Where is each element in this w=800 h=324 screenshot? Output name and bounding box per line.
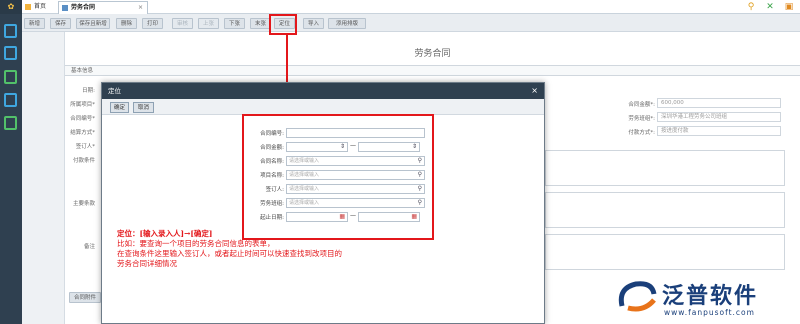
user-icon[interactable]: ▣ (784, 2, 794, 12)
section-header: 基本信息 (65, 65, 800, 76)
next-button[interactable]: 下张 (224, 18, 245, 29)
calendar-icon[interactable]: ▦ (411, 213, 417, 221)
field-label: 劳务班组*: (628, 116, 655, 122)
import-button[interactable]: 导入 (303, 18, 324, 29)
field-label: 合同金额*: (628, 102, 655, 108)
app-logo-icon: ✿ (0, 0, 22, 14)
field-label: 备注 (83, 244, 95, 250)
field-label: 起止日期: (260, 215, 284, 221)
locate-dialog: 定位 × 确定 取消 合同编号: 合同金额: ⇕ — ⇕ 合同名称: 请选择或输入… (101, 82, 545, 324)
field-label: 合同编号: (260, 131, 284, 137)
query-highlight-box: 合同编号: 合同金额: ⇕ — ⇕ 合同名称: 请选择或输入 ⚲ 项目名称: 请选… (242, 114, 434, 240)
close-icon[interactable]: × (138, 2, 143, 14)
start-date-input[interactable]: ▦ (286, 212, 348, 222)
signer-input[interactable]: 请选择或输入 ⚲ (286, 184, 425, 194)
contract-number-input[interactable] (286, 128, 425, 138)
print-button[interactable]: 打印 (142, 18, 163, 29)
folder-icon[interactable] (4, 46, 17, 60)
field-label: 签订人* (75, 144, 95, 150)
amount-to-input[interactable]: ⇕ (358, 142, 420, 152)
home-icon (25, 4, 31, 10)
tab-bar: 首页 劳务合同 × ⚲ ✕ ▣ (22, 0, 800, 14)
dialog-toolbar: 确定 取消 (102, 99, 544, 115)
dialog-header: 定位 × (102, 83, 544, 99)
search-icon[interactable]: ⚲ (746, 2, 756, 12)
last-button[interactable]: 末张 (250, 18, 271, 29)
new-button[interactable]: 新增 (24, 18, 45, 29)
field-label: 付款条件 (72, 158, 95, 164)
save-and-new-button[interactable]: 保存且新增 (76, 18, 110, 29)
field-label: 结算方式* (70, 130, 95, 136)
toolbar: 新增 保存 保存且新增 删除 打印 审核 上张 下张 末张 定位 导入 添用排版 (22, 14, 800, 32)
search-icon[interactable]: ⚲ (418, 171, 422, 179)
stepper-icon[interactable]: ⇕ (340, 143, 345, 151)
field-label: 合同金额: (260, 145, 284, 151)
annotation-line: 劳务合同详细情况 (117, 259, 177, 268)
labor-team-field[interactable]: 深圳华港工程劳务公司班组 (657, 112, 781, 122)
main-terms-textarea[interactable] (545, 192, 785, 228)
contract-amount-field[interactable]: 600,000 (657, 98, 781, 108)
payment-method-field[interactable]: 按进度付款 (657, 126, 781, 136)
search-icon[interactable]: ⚲ (418, 157, 422, 165)
search-icon[interactable]: ⚲ (418, 199, 422, 207)
field-label: 日期: (82, 88, 95, 94)
tab-icon (62, 5, 68, 11)
save-button[interactable]: 保存 (50, 18, 71, 29)
list-icon[interactable] (4, 70, 17, 84)
field-label: 合同名称: (260, 159, 284, 165)
stepper-icon[interactable]: ⇕ (412, 143, 417, 151)
amount-from-input[interactable]: ⇕ (286, 142, 348, 152)
brand-watermark: 泛普软件 www.fanpusoft.com (614, 276, 794, 321)
document-icon[interactable] (4, 24, 17, 38)
audit-button[interactable]: 审核 (172, 18, 193, 29)
tab-labor-contract[interactable]: 劳务合同 × (58, 1, 148, 14)
close-icon[interactable]: × (531, 83, 538, 99)
cancel-button[interactable]: 取消 (133, 102, 154, 113)
payment-terms-textarea[interactable] (545, 150, 785, 186)
attachment-tab[interactable]: 合同附件 (69, 292, 101, 303)
brand-name: 泛普软件 (662, 284, 759, 309)
page-title: 劳务合同 (414, 49, 451, 59)
brand-url: www.fanpusoft.com (664, 308, 755, 317)
edit-icon[interactable] (4, 93, 17, 107)
report-icon[interactable] (4, 116, 17, 130)
end-date-input[interactable]: ▦ (358, 212, 420, 222)
confirm-button[interactable]: 确定 (110, 102, 129, 113)
search-icon[interactable]: ⚲ (418, 185, 422, 193)
previous-button[interactable]: 上张 (198, 18, 219, 29)
field-label: 合同编号* (70, 116, 95, 122)
field-label: 签订人: (265, 187, 284, 193)
project-name-input[interactable]: 请选择或输入 ⚲ (286, 170, 425, 180)
calendar-icon[interactable]: ▦ (339, 213, 345, 221)
field-label: 付款方式*: (628, 130, 655, 136)
tab-home[interactable]: 首页 (22, 1, 56, 14)
brand-logo-icon (618, 281, 657, 312)
field-label: 劳务班组: (260, 201, 284, 207)
remark-textarea[interactable] (545, 234, 785, 270)
delete-button[interactable]: 删除 (116, 18, 137, 29)
contract-name-input[interactable]: 请选择或输入 ⚲ (286, 156, 425, 166)
dialog-title: 定位 (108, 87, 121, 95)
locate-highlight-box (269, 14, 297, 35)
fullscreen-icon[interactable]: ✕ (765, 2, 775, 12)
field-label: 项目名称: (260, 173, 284, 179)
field-label: 主要条款 (72, 201, 95, 207)
range-dash: — (350, 212, 356, 219)
range-dash: — (350, 142, 356, 149)
left-sidebar: ✿ (0, 0, 22, 324)
layout-button[interactable]: 添用排版 (328, 18, 366, 29)
field-label: 所属项目* (70, 102, 95, 108)
labor-team-input[interactable]: 请选择或输入 ⚲ (286, 198, 425, 208)
